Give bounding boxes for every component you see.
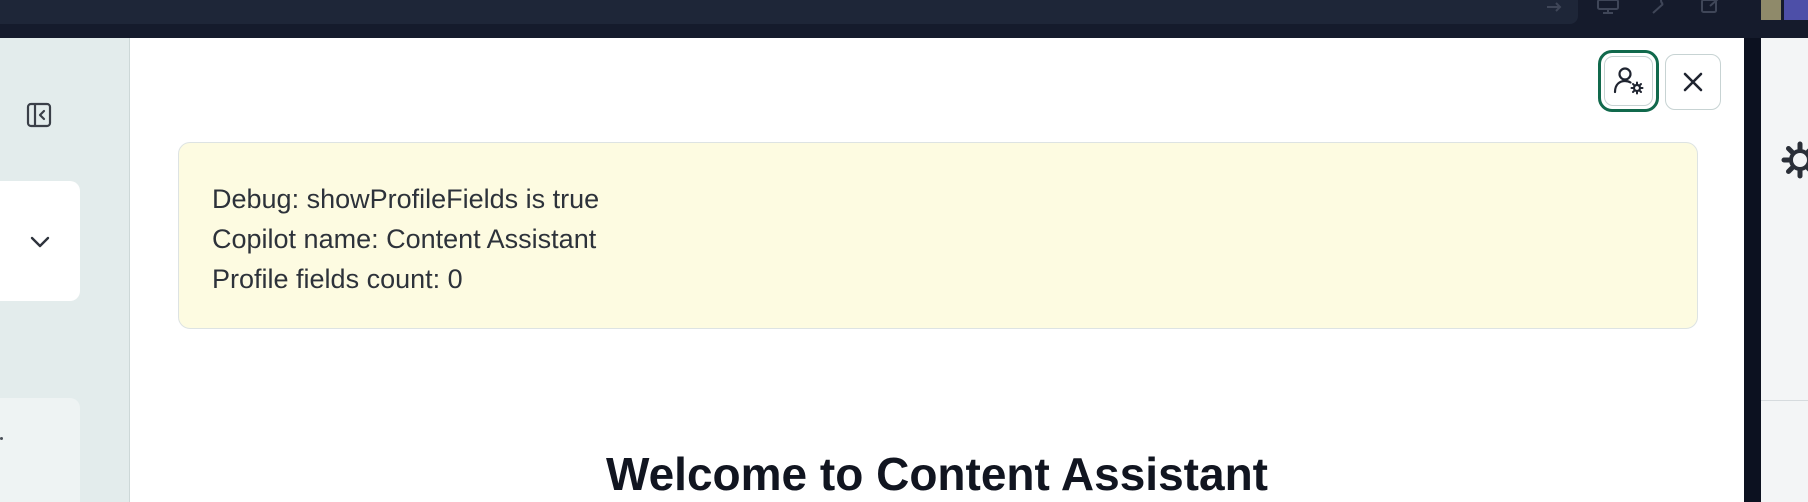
thumbnail-image [1761, 0, 1781, 20]
welcome-title: Welcome to Content Assistant [606, 448, 1268, 500]
close-button[interactable] [1665, 54, 1721, 110]
profile-settings-button[interactable] [1598, 50, 1659, 112]
divider [1761, 400, 1808, 401]
debug-copilot-name: Copilot name: Content Assistant [212, 224, 597, 254]
top-bar [0, 0, 1808, 38]
wrench-icon[interactable] [1648, 0, 1676, 14]
panel-left-collapse-icon [26, 102, 52, 128]
arrow-right-icon[interactable] [1540, 0, 1568, 14]
close-icon [1683, 72, 1703, 92]
user-gear-icon [1613, 67, 1643, 95]
debug-info-box: Debug: showProfileFields is true Copilot… [178, 142, 1698, 329]
external-link-icon[interactable] [1697, 0, 1725, 14]
right-side-panel [1761, 38, 1808, 502]
collapse-sidebar-button[interactable] [23, 100, 55, 130]
top-bar-address-area [0, 0, 1578, 24]
thumbnail-image [1784, 0, 1808, 20]
monitor-icon[interactable] [1594, 0, 1622, 14]
debug-profile-fields-count: Profile fields count: 0 [212, 264, 463, 294]
window-edge [1744, 38, 1761, 502]
sidebar-list-card[interactable] [0, 398, 80, 502]
list-item-marker [0, 437, 3, 440]
debug-show-profile-fields: Debug: showProfileFields is true [212, 184, 600, 214]
chevron-down-icon[interactable] [26, 230, 54, 254]
gear-icon[interactable] [1780, 140, 1808, 180]
